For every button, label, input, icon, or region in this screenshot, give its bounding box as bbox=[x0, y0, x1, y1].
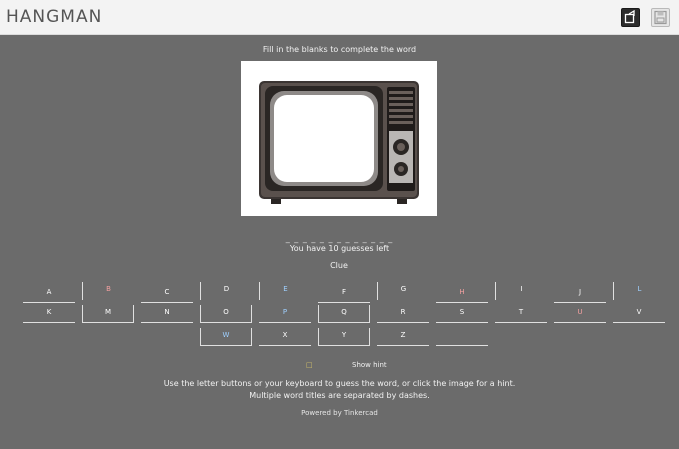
letter-button-u[interactable]: U bbox=[554, 305, 606, 323]
letter-button-y[interactable]: Y bbox=[318, 328, 370, 346]
hint-checkbox[interactable]: □ bbox=[306, 361, 314, 369]
letter-button-a[interactable]: A bbox=[23, 285, 75, 303]
letter-button-q[interactable]: Q bbox=[318, 305, 370, 323]
letter-button-l[interactable]: K bbox=[23, 305, 75, 323]
letter-button-d[interactable]: D bbox=[200, 282, 252, 300]
letter-button-c[interactable]: C bbox=[141, 285, 193, 303]
guesses-left-text: You have 10 guesses left bbox=[289, 244, 390, 253]
letter-button-w[interactable]: W bbox=[200, 328, 252, 346]
letter-button-m[interactable]: M bbox=[82, 305, 134, 323]
instructions-line-2: Multiple word titles are separated by da… bbox=[249, 391, 430, 400]
save-icon bbox=[654, 10, 667, 25]
letter-button-blank[interactable] bbox=[436, 328, 488, 346]
app-title: HANGMAN bbox=[6, 7, 103, 27]
letter-button-o[interactable]: O bbox=[200, 305, 252, 323]
letter-button-b[interactable]: B bbox=[82, 282, 134, 300]
share-icon bbox=[624, 10, 635, 24]
letter-button-v[interactable]: V bbox=[613, 305, 665, 323]
letter-button-g[interactable]: G bbox=[377, 282, 429, 300]
letter-button-p[interactable]: P bbox=[259, 305, 311, 323]
letter-button-x[interactable]: X bbox=[259, 328, 311, 346]
letter-button-z[interactable]: Z bbox=[377, 328, 429, 346]
letter-button-k[interactable]: L bbox=[613, 282, 665, 300]
letter-button-t[interactable]: T bbox=[495, 305, 547, 323]
letter-button-e[interactable]: E bbox=[259, 282, 311, 300]
hint-label[interactable]: Show hint bbox=[352, 361, 387, 369]
credit-link[interactable]: Powered by Tinkercad bbox=[0, 409, 679, 417]
letter-button-f[interactable]: F bbox=[318, 285, 370, 303]
category-text: Fill in the blanks to complete the word bbox=[262, 45, 417, 54]
letter-button-s[interactable]: S bbox=[436, 305, 488, 323]
letter-button-i[interactable]: I bbox=[495, 282, 547, 300]
clue-button[interactable]: Clue bbox=[325, 261, 353, 273]
top-bar: HANGMAN bbox=[0, 0, 679, 35]
hint-picture[interactable] bbox=[241, 61, 437, 216]
word-slots: _ _ _ _ _ _ _ _ _ _ _ _ _ bbox=[285, 234, 394, 243]
share-button[interactable] bbox=[621, 8, 640, 27]
letter-button-h[interactable]: H bbox=[436, 285, 488, 303]
instructions-line-1: Use the letter buttons or your keyboard … bbox=[163, 379, 516, 388]
television-icon bbox=[259, 81, 419, 204]
letter-button-r[interactable]: R bbox=[377, 305, 429, 323]
letter-button-j[interactable]: J bbox=[554, 285, 606, 303]
hint-row: □ Show hint bbox=[0, 361, 679, 373]
save-button[interactable] bbox=[651, 8, 670, 27]
letter-button-n[interactable]: N bbox=[141, 305, 193, 323]
